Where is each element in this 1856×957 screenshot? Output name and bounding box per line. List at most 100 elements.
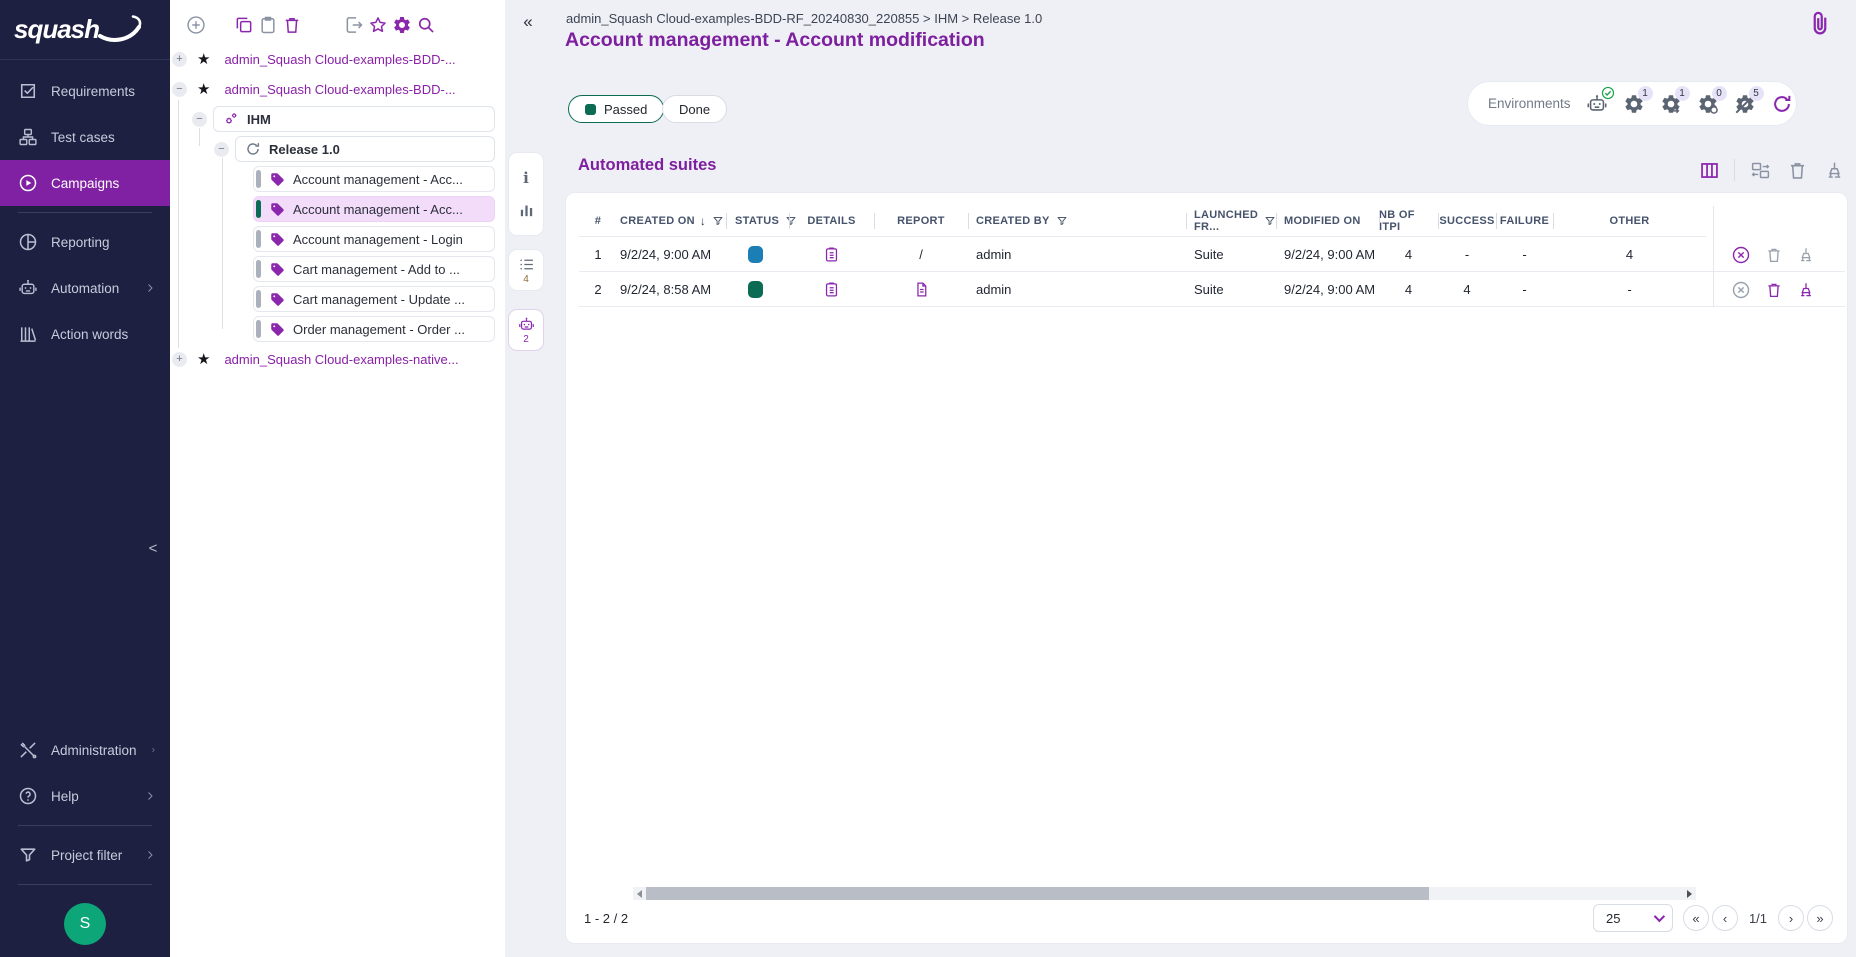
environments-gear-icon[interactable]: 1 bbox=[1623, 93, 1645, 115]
table-row[interactable]: 1 9/2/24, 9:00 AM / admin Suite 9/2/24, … bbox=[579, 237, 1845, 272]
column-header-report[interactable]: REPORT bbox=[874, 206, 968, 236]
sidebar-item-test-cases[interactable]: Test cases bbox=[0, 114, 170, 160]
test-suite-node[interactable]: Account management - Acc... bbox=[253, 166, 495, 192]
sidebar-item-help[interactable]: Help bbox=[0, 773, 170, 819]
expand-toggle[interactable]: + bbox=[172, 52, 187, 67]
row-actions bbox=[1731, 272, 1851, 307]
stop-execution-icon[interactable] bbox=[1731, 245, 1751, 265]
scroll-left-arrow[interactable] bbox=[633, 887, 646, 900]
sort-desc-icon[interactable]: ↓ bbox=[700, 214, 706, 228]
clean-suite-icon[interactable] bbox=[1797, 281, 1815, 299]
column-header-number[interactable]: # bbox=[579, 206, 617, 236]
scroll-right-arrow[interactable] bbox=[1683, 887, 1696, 900]
collapse-toggle[interactable]: − bbox=[214, 142, 229, 157]
delete-suite-icon[interactable] bbox=[1765, 281, 1783, 299]
user-avatar[interactable]: S bbox=[64, 903, 106, 945]
clean-suite-icon[interactable] bbox=[1797, 246, 1815, 264]
column-header-launched-from[interactable]: LAUNCHED FR... bbox=[1186, 206, 1276, 236]
column-header-created-on[interactable]: CREATED ON ↓ bbox=[617, 206, 726, 236]
attachments-paperclip-icon[interactable] bbox=[1806, 6, 1834, 42]
collapse-toggle[interactable]: − bbox=[172, 82, 187, 97]
horizontal-scrollbar[interactable] bbox=[633, 887, 1696, 900]
scrollbar-thumb[interactable] bbox=[646, 887, 1429, 900]
column-header-details[interactable]: DETAILS bbox=[789, 206, 874, 236]
done-status-button[interactable]: Done bbox=[662, 95, 727, 123]
panel-tab-group: 4 bbox=[508, 249, 544, 291]
execution-status-button[interactable]: Passed bbox=[568, 95, 664, 123]
test-suite-node[interactable]: Account management - Login bbox=[253, 226, 495, 252]
tab-executions[interactable]: 4 bbox=[518, 256, 535, 285]
collapse-toggle[interactable]: − bbox=[192, 112, 207, 127]
report-cell[interactable] bbox=[874, 272, 968, 306]
details-cell[interactable] bbox=[789, 237, 874, 271]
tab-statistics[interactable] bbox=[518, 202, 535, 219]
prev-page-button[interactable]: ‹ bbox=[1712, 905, 1738, 931]
sidebar-item-automation[interactable]: Automation bbox=[0, 265, 170, 311]
column-header-other[interactable]: OTHER bbox=[1553, 206, 1706, 236]
sidebar-item-campaigns[interactable]: Campaigns bbox=[0, 160, 170, 206]
tree-project-row[interactable]: + ★ admin_Squash Cloud-examples-BDD-... bbox=[170, 44, 505, 74]
project-label[interactable]: admin_Squash Cloud-examples-native... bbox=[224, 352, 458, 367]
paste-icon[interactable] bbox=[256, 13, 280, 37]
test-suite-node[interactable]: Cart management - Update ... bbox=[253, 286, 495, 312]
sidebar-item-action-words[interactable]: Action words bbox=[0, 311, 170, 357]
sidebar-item-requirements[interactable]: Requirements bbox=[0, 68, 170, 114]
tree-project-row[interactable]: − ★ admin_Squash Cloud-examples-BDD-... bbox=[170, 74, 505, 104]
environments-gear-running-icon[interactable]: 0 bbox=[1697, 93, 1719, 115]
column-header-created-by[interactable]: CREATED BY bbox=[968, 206, 1186, 236]
expand-toggle[interactable]: + bbox=[172, 352, 187, 367]
filter-icon[interactable] bbox=[1056, 215, 1068, 227]
table-row[interactable]: 2 9/2/24, 8:58 AM admin Suite 9/2/24, 9:… bbox=[579, 272, 1845, 307]
add-button[interactable] bbox=[184, 13, 208, 37]
details-clipboard-icon[interactable] bbox=[823, 246, 840, 263]
settings-icon[interactable] bbox=[390, 13, 414, 37]
copy-icon[interactable] bbox=[232, 13, 256, 37]
filter-icon[interactable] bbox=[1264, 215, 1276, 227]
first-page-button[interactable]: « bbox=[1683, 905, 1709, 931]
breadcrumb[interactable]: admin_Squash Cloud-examples-BDD-RF_20240… bbox=[566, 11, 1042, 26]
delete-icon[interactable] bbox=[280, 13, 304, 37]
tab-automated-suites[interactable]: 2 bbox=[518, 316, 535, 345]
clean-suites-icon[interactable] bbox=[1822, 158, 1846, 182]
details-clipboard-icon[interactable] bbox=[823, 281, 840, 298]
tab-information[interactable]: i bbox=[523, 169, 529, 187]
iteration-node[interactable]: Release 1.0 bbox=[235, 136, 495, 162]
favorite-icon[interactable] bbox=[366, 13, 390, 37]
sidebar-item-reporting[interactable]: Reporting bbox=[0, 219, 170, 265]
app-logo[interactable]: squash bbox=[0, 0, 170, 60]
project-label[interactable]: admin_Squash Cloud-examples-BDD-... bbox=[224, 82, 455, 97]
transfer-icon[interactable] bbox=[1748, 158, 1772, 182]
delete-suites-icon[interactable] bbox=[1785, 158, 1809, 182]
campaign-node[interactable]: IHM bbox=[213, 106, 495, 132]
environments-refresh-icon[interactable] bbox=[1771, 93, 1793, 115]
delete-suite-icon[interactable] bbox=[1765, 246, 1783, 264]
environments-gear-sync-icon[interactable]: 1 bbox=[1660, 93, 1682, 115]
next-page-button[interactable]: › bbox=[1778, 905, 1804, 931]
environments-robot-icon[interactable] bbox=[1586, 93, 1608, 115]
test-suite-node[interactable]: Cart management - Add to ... bbox=[253, 256, 495, 282]
sidebar-item-project-filter[interactable]: Project filter bbox=[0, 832, 170, 878]
column-header-failure[interactable]: FAILURE bbox=[1496, 206, 1553, 236]
tree-project-row[interactable]: + ★ admin_Squash Cloud-examples-native..… bbox=[170, 344, 505, 374]
column-header-success[interactable]: SUCCESS bbox=[1438, 206, 1496, 236]
test-suite-node[interactable]: Order management - Order ... bbox=[253, 316, 495, 342]
report-document-icon[interactable] bbox=[913, 281, 930, 298]
column-header-nb-of-itpi[interactable]: NB OF ITPI bbox=[1379, 206, 1438, 236]
scrollbar-track[interactable] bbox=[646, 887, 1683, 900]
environments-gear-off-icon[interactable]: 5 bbox=[1734, 93, 1756, 115]
column-header-status[interactable]: STATUS bbox=[726, 206, 789, 236]
last-page-button[interactable]: » bbox=[1807, 905, 1833, 931]
collapse-panel-button[interactable]: « bbox=[516, 10, 540, 34]
column-header-modified-on[interactable]: MODIFIED ON bbox=[1276, 206, 1379, 236]
stop-execution-icon[interactable] bbox=[1731, 280, 1751, 300]
project-label[interactable]: admin_Squash Cloud-examples-BDD-... bbox=[224, 52, 455, 67]
search-icon[interactable] bbox=[414, 13, 438, 37]
configure-columns-icon[interactable] bbox=[1697, 158, 1721, 182]
sidebar-item-administration[interactable]: Administration bbox=[0, 727, 170, 773]
page-size-select[interactable]: 25 bbox=[1593, 904, 1673, 932]
details-cell[interactable] bbox=[789, 272, 874, 306]
export-icon[interactable] bbox=[342, 13, 366, 37]
sidebar-collapse-button[interactable]: < bbox=[142, 537, 164, 559]
filter-icon[interactable] bbox=[712, 215, 724, 227]
test-suite-node-selected[interactable]: Account management - Acc... bbox=[253, 196, 495, 222]
